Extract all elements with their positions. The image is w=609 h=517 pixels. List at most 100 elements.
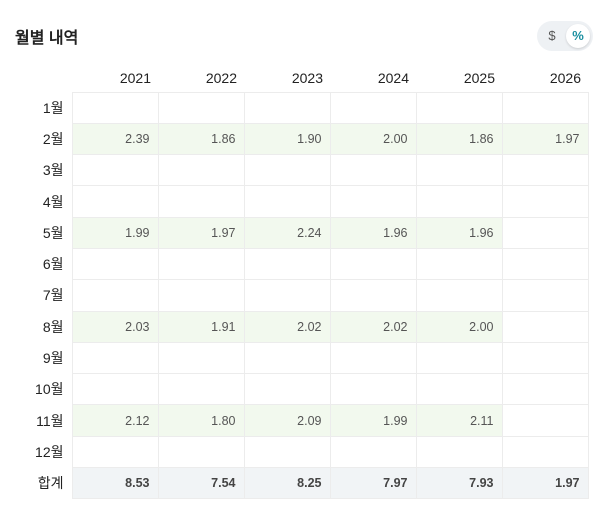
value-cell [501, 341, 589, 375]
value-cell: 1.99 [329, 404, 417, 437]
value-cell [157, 373, 245, 406]
month-label: 6월 [42, 256, 64, 273]
month-label: 2월 [42, 130, 64, 147]
value-cell [501, 373, 589, 406]
month-label: 10월 [35, 381, 64, 398]
value-cell [157, 341, 245, 375]
table-row: 11월 2.12 1.80 2.09 1.99 2.11 [15, 404, 589, 437]
dollar-toggle-button[interactable]: $ [540, 24, 564, 48]
value-cell [415, 341, 503, 375]
value-cell [243, 341, 331, 375]
total-cell: 7.93 [415, 467, 503, 500]
total-cell: 1.97 [501, 467, 589, 500]
table-row: 8월 2.03 1.91 2.02 2.02 2.00 [15, 310, 589, 343]
value-cell: 2.00 [415, 310, 503, 343]
value-cell [501, 279, 589, 312]
value-cell [157, 185, 245, 218]
value-cell [415, 247, 503, 281]
value-cell [243, 373, 331, 406]
value-cell: 2.24 [243, 216, 331, 249]
month-label: 7월 [42, 287, 64, 304]
table-row: 1월 [15, 91, 589, 124]
year-header: 2023 [291, 69, 323, 86]
total-cell: 7.97 [329, 467, 417, 500]
value-cell [243, 91, 331, 124]
value-cell [501, 91, 589, 124]
value-cell [157, 91, 245, 124]
total-cell: 8.53 [71, 467, 159, 500]
value-cell [415, 91, 503, 124]
total-cell: 8.25 [243, 467, 331, 500]
value-cell [71, 91, 159, 124]
year-header: 2026 [549, 69, 581, 86]
value-cell [157, 154, 245, 187]
value-cell [71, 185, 159, 218]
year-header: 2024 [377, 69, 409, 86]
value-cell [71, 373, 159, 406]
year-header-row: 2021 2022 2023 2024 2025 2026 [15, 64, 588, 92]
value-cell [329, 373, 417, 406]
month-label: 1월 [42, 99, 64, 116]
value-cell: 2.39 [71, 122, 159, 156]
value-cell [157, 279, 245, 312]
value-cell [415, 373, 503, 406]
value-cell [329, 247, 417, 281]
month-label: 4월 [42, 193, 64, 210]
table-row: 12월 [15, 435, 589, 469]
month-label: 합계 [37, 475, 64, 492]
value-cell [243, 279, 331, 312]
year-header: 2025 [463, 69, 495, 86]
value-cell [157, 247, 245, 281]
value-cell [71, 154, 159, 187]
value-cell [501, 247, 589, 281]
total-row: 합계 8.53 7.54 8.25 7.97 7.93 1.97 [15, 467, 589, 500]
value-cell: 2.09 [243, 404, 331, 437]
year-header: 2022 [205, 69, 237, 86]
value-cell [415, 185, 503, 218]
value-cell: 1.86 [157, 122, 245, 156]
value-cell [243, 435, 331, 469]
value-cell: 1.91 [157, 310, 245, 343]
value-cell [415, 279, 503, 312]
value-cell [329, 341, 417, 375]
value-cell: 2.02 [243, 310, 331, 343]
value-cell: 1.86 [415, 122, 503, 156]
year-header: 2021 [119, 69, 151, 86]
table-row: 7월 [15, 279, 589, 312]
value-cell [329, 185, 417, 218]
value-cell [329, 91, 417, 124]
month-label: 12월 [35, 443, 64, 460]
value-cell: 2.12 [71, 404, 159, 437]
month-label: 3월 [42, 162, 64, 179]
value-cell [501, 154, 589, 187]
value-cell [501, 216, 589, 249]
monthly-table: 2021 2022 2023 2024 2025 2026 1월 2월 2.39 1.… [15, 64, 589, 500]
value-cell: 1.96 [415, 216, 503, 249]
percent-toggle-button[interactable]: % [566, 24, 590, 48]
month-label: 5월 [42, 224, 64, 241]
month-label: 9월 [42, 350, 64, 367]
value-cell [501, 435, 589, 469]
value-cell [243, 154, 331, 187]
section-title: 월별 내역 [15, 30, 79, 47]
total-cell: 7.54 [157, 467, 245, 500]
month-label: 8월 [42, 318, 64, 335]
value-cell: 2.03 [71, 310, 159, 343]
value-cell [329, 279, 417, 312]
value-cell [415, 154, 503, 187]
table-row: 10월 [15, 373, 589, 406]
value-cell: 2.11 [415, 404, 503, 437]
value-cell: 1.96 [329, 216, 417, 249]
value-cell: 1.90 [243, 122, 331, 156]
value-cell [329, 435, 417, 469]
table-row: 3월 [15, 154, 589, 187]
value-cell [71, 247, 159, 281]
value-cell [243, 247, 331, 281]
value-cell: 2.02 [329, 310, 417, 343]
table-row: 4월 [15, 185, 589, 218]
value-cell [157, 435, 245, 469]
value-cell: 1.99 [71, 216, 159, 249]
value-cell: 1.80 [157, 404, 245, 437]
table-row: 9월 [15, 341, 589, 375]
unit-toggle[interactable]: $ % [537, 21, 593, 51]
